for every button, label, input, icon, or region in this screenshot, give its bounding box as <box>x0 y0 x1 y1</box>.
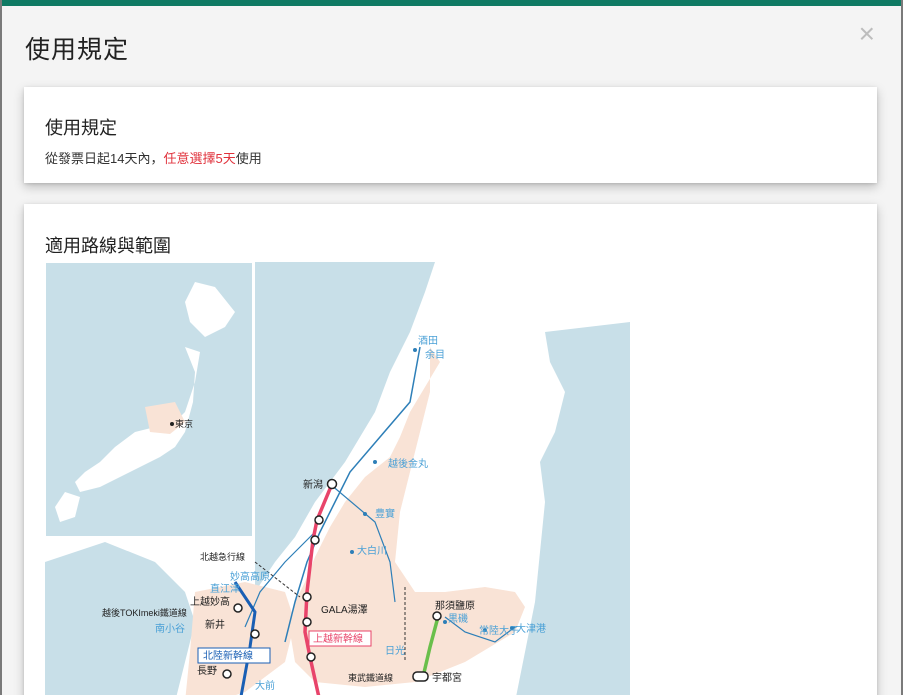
label-tobu-line: 東武鐵道線 <box>348 672 393 683</box>
close-button[interactable]: × <box>859 20 875 48</box>
station-joetsu-myoko <box>233 603 243 613</box>
inset-tokyo-label: 東京 <box>175 418 193 429</box>
label-hitachi-daigo: 常陸大子 <box>479 624 519 637</box>
route-map-card: 適用路線與範圍 東京 酒田 余目 越後金丸 豊實 大白川 妙高高原 直江津 南小… <box>24 204 877 695</box>
label-nikko: 日光 <box>385 644 405 657</box>
label-utsunomiya: 宇都宮 <box>432 671 462 684</box>
inset-tokyo-dot <box>170 422 174 426</box>
rule-text-prefix: 從發票日起14天內， <box>45 151 164 166</box>
label-arai: 新井 <box>205 618 225 631</box>
station-utsunomiya <box>412 671 429 682</box>
label-hokuriku-shinkansen: 北陸新幹線 <box>203 649 253 662</box>
station-sakata-dot <box>413 348 417 352</box>
route-map-svg: 東京 酒田 余目 越後金丸 豊實 大白川 妙高高原 直江津 南小谷 日光 黒磯 … <box>45 262 630 695</box>
station-nagaoka <box>314 515 324 525</box>
label-tokimeki-line: 越後TOKImeki鐵道線 <box>102 607 187 618</box>
station-niigata <box>326 478 338 490</box>
label-omae: 大前 <box>255 679 275 692</box>
station-echigo-kanamaru-dot <box>373 460 377 464</box>
station-nasushiobara <box>432 611 442 621</box>
station-toyomi-dot <box>363 512 367 516</box>
station-nagano <box>222 669 232 679</box>
modal-header: 使用規定 × <box>2 6 901 80</box>
modal-title: 使用規定 <box>25 36 130 64</box>
route-map-title: 適用路線與範圍 <box>45 236 171 256</box>
rule-text: 從發票日起14天內，任意選擇5天使用 <box>45 148 262 167</box>
label-myoko-kogen: 妙高高原 <box>230 570 270 583</box>
label-joetsu-myoko: 上越妙高 <box>190 595 230 608</box>
label-sakata: 酒田 <box>418 335 438 347</box>
station-oshirakawa-dot <box>350 550 354 554</box>
label-toyomi: 豊實 <box>375 507 395 520</box>
station-arai <box>250 629 260 639</box>
label-minami-otari: 南小谷 <box>155 622 185 635</box>
station-kuroiso-dot <box>443 620 447 624</box>
rules-card: 使用規定 從發票日起14天內，任意選擇5天使用 <box>24 87 877 183</box>
label-niigata: 新潟 <box>303 478 323 491</box>
station-echigo-yuzawa <box>302 617 312 627</box>
label-otsuko: 大津港 <box>516 622 546 635</box>
label-naoetsu: 直江津 <box>210 582 240 595</box>
label-joetsu-shinkansen: 上越新幹線 <box>313 632 363 645</box>
label-amarume: 余目 <box>425 348 445 361</box>
station-echigo-yuzawa-2 <box>306 652 316 662</box>
label-gala-yuzawa: GALA湯澤 <box>321 603 368 616</box>
label-oshirakawa: 大白川 <box>357 544 387 557</box>
rule-text-highlight: 任意選擇5天 <box>163 151 236 166</box>
station-gala-yuzawa <box>302 592 312 602</box>
rules-modal: 使用規定 × 使用規定 從發票日起14天內，任意選擇5天使用 適用路線與範圍 東… <box>2 0 901 695</box>
label-nasushiobara: 那須鹽原 <box>435 599 475 612</box>
rule-text-suffix: 使用 <box>235 151 262 166</box>
route-map: 東京 酒田 余目 越後金丸 豊實 大白川 妙高高原 直江津 南小谷 日光 黒磯 … <box>45 262 630 695</box>
station-urasa <box>310 535 320 545</box>
rules-card-title: 使用規定 <box>45 118 117 138</box>
label-hokuetsu-line: 北越急行線 <box>200 551 245 562</box>
label-echigo-kanamaru: 越後金丸 <box>388 457 428 470</box>
label-kuroiso: 黒磯 <box>448 612 468 625</box>
label-nagano: 長野 <box>197 665 217 677</box>
